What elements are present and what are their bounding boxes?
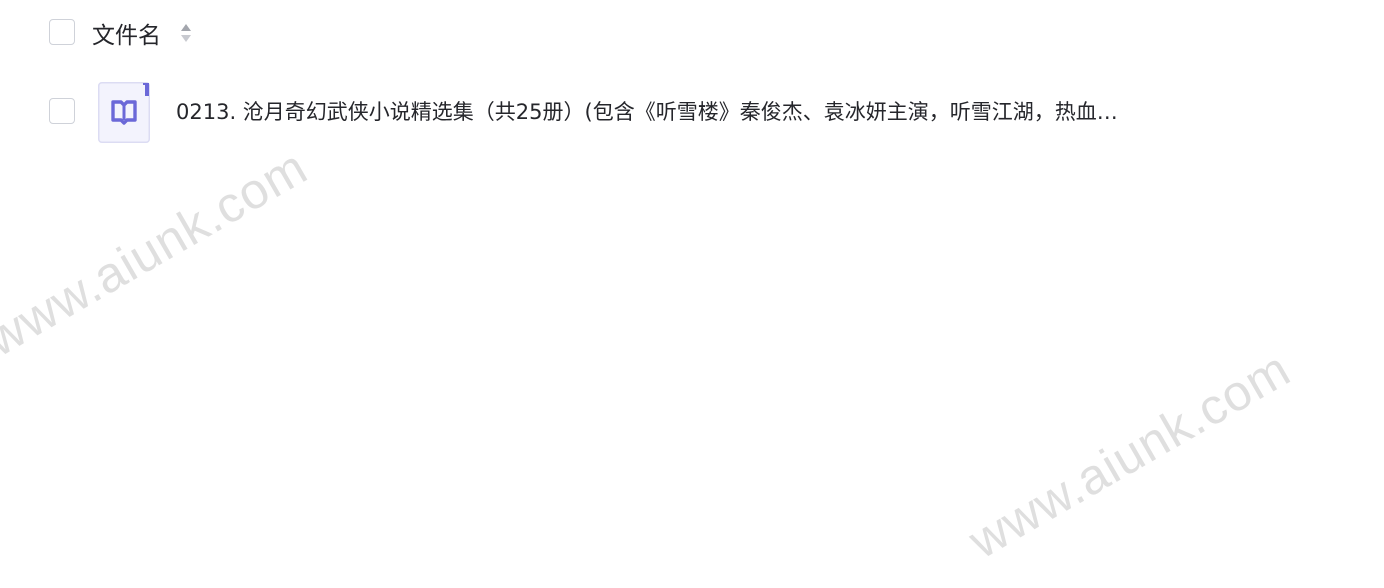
sort-down-icon xyxy=(181,35,191,42)
sort-up-icon xyxy=(181,24,191,31)
select-all-checkbox[interactable] xyxy=(49,19,75,45)
file-name-link[interactable]: 0213. 沧月奇幻武侠小说精选集（共25册）(包含《听雪楼》秦俊杰、袁冰妍主演… xyxy=(176,96,1246,128)
sort-icon[interactable] xyxy=(178,20,194,46)
watermark-text: www.aiunk.com xyxy=(0,138,317,368)
column-header-filename[interactable]: 文件名 xyxy=(92,15,161,51)
book-file-icon xyxy=(98,82,150,143)
file-row-checkbox[interactable] xyxy=(49,98,75,124)
watermark-text: www.aiunk.com xyxy=(959,340,1300,570)
